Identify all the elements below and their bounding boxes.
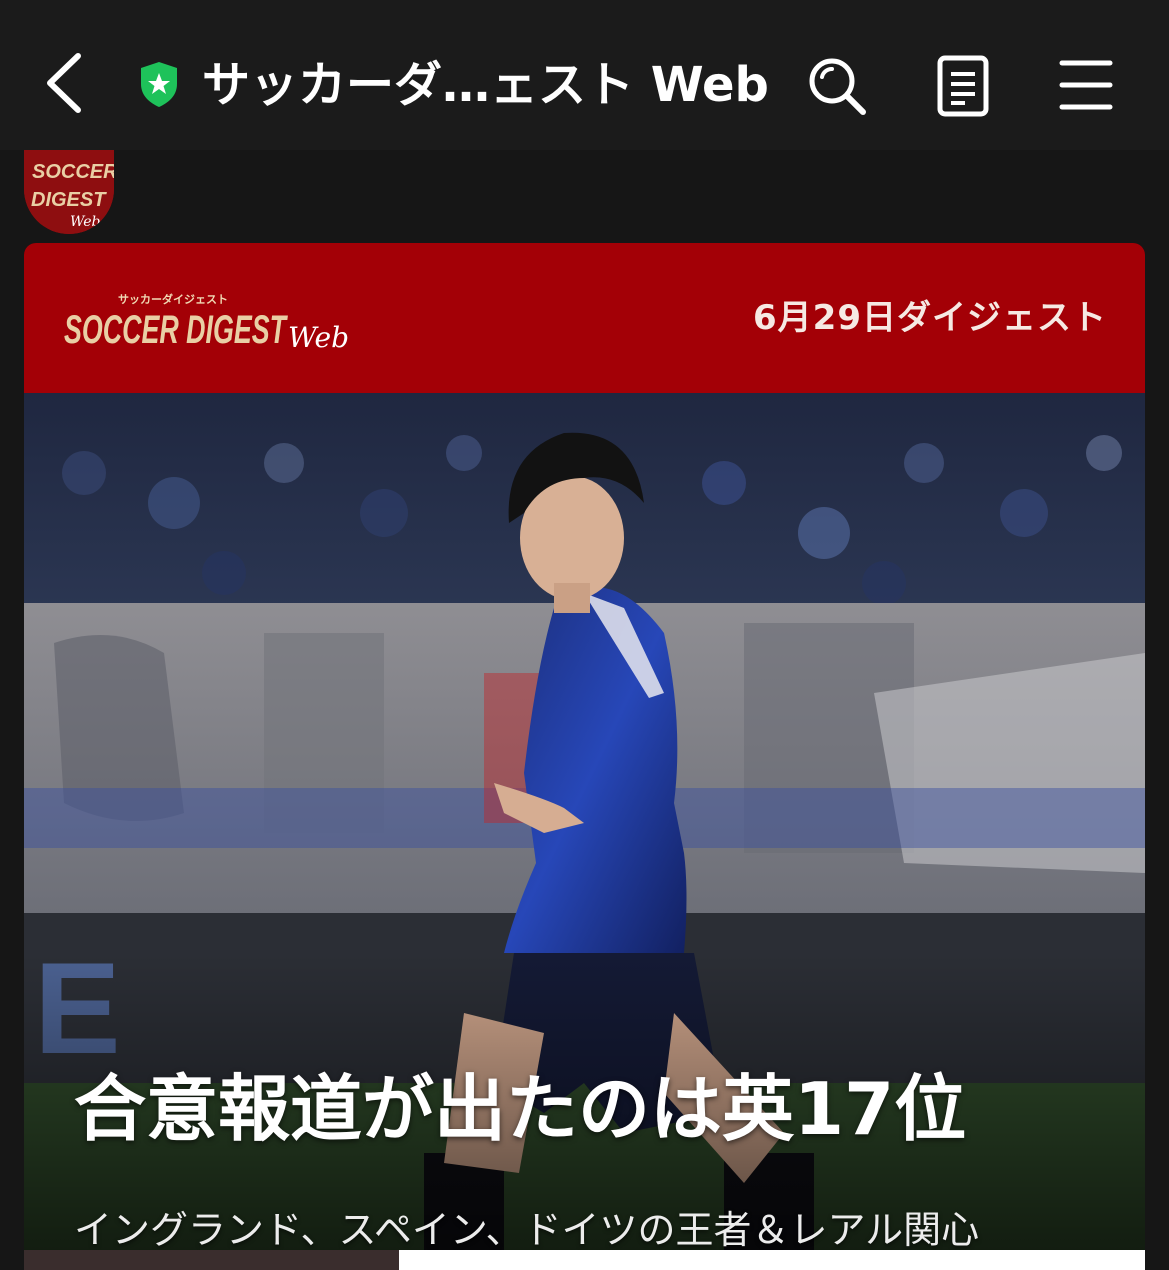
digest-card-header: サッカーダイジェスト SOCCER DIGEST Web 6月29日ダイジェスト [24, 243, 1145, 393]
search-icon [809, 58, 866, 115]
svg-text:SOCCER: SOCCER [32, 161, 114, 183]
svg-text:サッカーダイジェスト: サッカーダイジェスト [118, 292, 228, 306]
hamburger-menu-icon [1059, 60, 1113, 110]
top-navigation-bar: サッカーダ…ェスト Web [0, 0, 1169, 150]
svg-text:SOCCER DIGEST: SOCCER DIGEST [64, 308, 288, 352]
svg-text:Web: Web [288, 321, 349, 354]
headline: 合意報道が出たのは英17位 [74, 1067, 967, 1151]
site-title: サッカーダ…ェスト Web [202, 57, 769, 113]
svg-text:DIGEST: DIGEST [31, 189, 107, 211]
digest-card[interactable]: サッカーダイジェスト SOCCER DIGEST Web 6月29日ダイジェスト [24, 243, 1145, 1270]
menu-button[interactable] [1058, 55, 1120, 117]
chevron-left-icon [47, 53, 81, 113]
soccer-digest-web-logo: サッカーダイジェスト SOCCER DIGEST Web [64, 292, 349, 354]
hero-article[interactable]: E 合意報道が出たのは英17位 イングランド、スペイン、ドイツの王者＆レアル関心 [24, 393, 1145, 1270]
soccer-digest-logo-small: SOCCER DIGEST Web [24, 150, 114, 234]
subheadline: イングランド、スペイン、ドイツの王者＆レアル関心 [74, 1208, 980, 1252]
back-button[interactable] [40, 52, 90, 114]
shield-star-icon [138, 60, 180, 108]
next-card-thumbnail[interactable] [24, 1250, 399, 1270]
next-card-panel[interactable] [399, 1250, 1145, 1270]
reader-icon [937, 55, 989, 117]
reader-button[interactable] [932, 55, 994, 117]
channel-avatar-logo[interactable]: SOCCER DIGEST Web [24, 150, 114, 234]
search-button[interactable] [806, 55, 868, 117]
digest-date: 6月29日ダイジェスト [753, 298, 1107, 338]
svg-text:Web: Web [70, 214, 101, 230]
